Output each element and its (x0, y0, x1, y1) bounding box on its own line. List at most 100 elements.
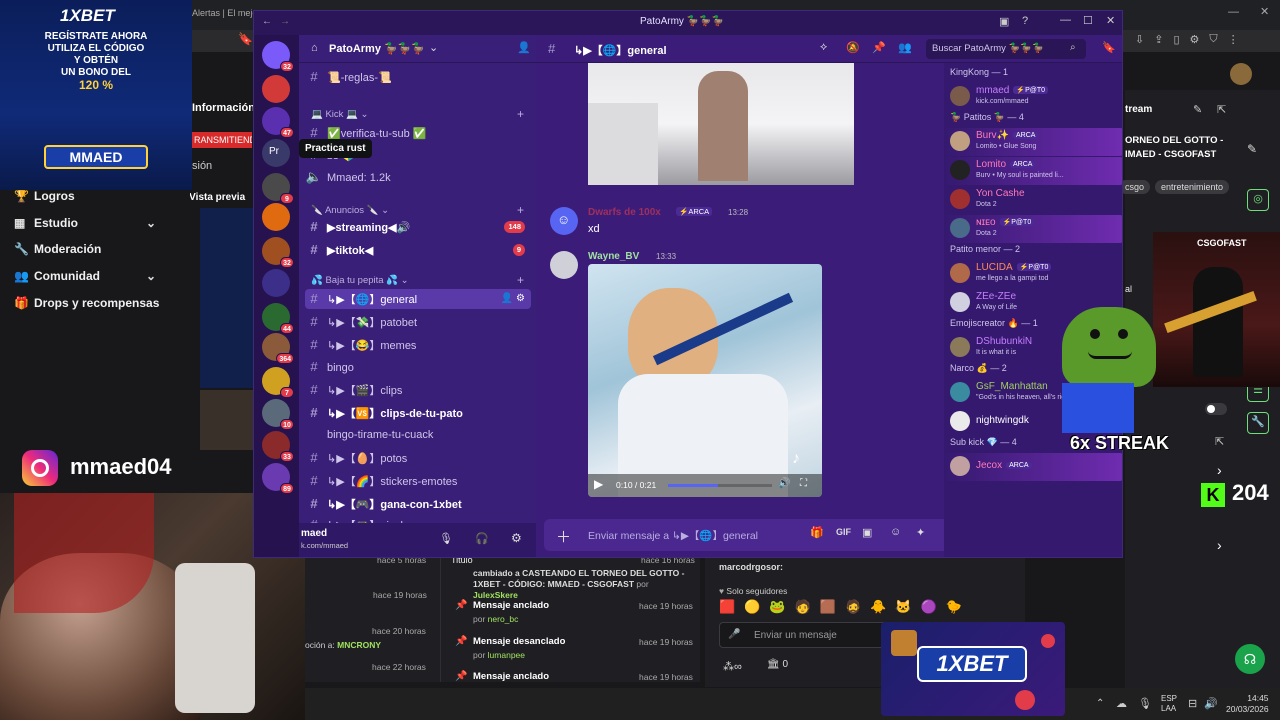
sidebar-icon[interactable]: ▯ (1173, 33, 1179, 49)
server-icon[interactable]: 9 (262, 173, 294, 204)
nav-estudio[interactable]: ▦ Estudio ⌄ (14, 216, 156, 230)
nav-logros[interactable]: 🏆 Logros (14, 189, 75, 203)
threads-icon[interactable]: ⟡ (820, 41, 827, 54)
channel-item[interactable]: bingo-tirame-tu-cuack (305, 425, 531, 445)
browser-tab[interactable]: Alertas | El mejor (192, 8, 260, 18)
server-icon[interactable] (262, 203, 290, 231)
infinity-icon[interactable]: ⁂∞ (723, 660, 742, 673)
discord-avatar[interactable]: ☺ (550, 207, 578, 235)
minimize-icon[interactable]: — (1060, 14, 1071, 26)
fullscreen-icon[interactable]: ⛶ (800, 478, 807, 489)
channel-item[interactable]: # ↳▶【🌐】general 👤 ⚙ (305, 289, 531, 309)
channel-item[interactable]: # ↳▶【💸】patobet (305, 312, 531, 332)
bookmark-icon[interactable]: 🔖 (238, 32, 253, 46)
apps-icon[interactable]: ✦ (916, 526, 925, 539)
chat-bubble-icon[interactable]: ☊ (1235, 644, 1265, 674)
tray-chevron-icon[interactable]: ⌃ (1096, 698, 1104, 709)
chevron-right-icon[interactable]: › (1217, 537, 1222, 553)
member-item[interactable]: LUCIDA ⚡P@T0 me llego a la gampi tod (944, 260, 1122, 288)
server-icon[interactable]: 7 (262, 367, 294, 398)
member-item[interactable]: Burv✨ ARCA Lomito • Glue Song (944, 128, 1122, 156)
cloud-icon[interactable]: ☁ (1116, 697, 1127, 710)
forward-icon[interactable]: → (280, 16, 290, 27)
close-icon[interactable]: ✕ (1106, 14, 1115, 27)
video-embed-2[interactable]: ♪ ▶ 0:10 / 0:21 🔊 ⛶ (588, 264, 822, 497)
language-indicator[interactable]: ESP LAA (1161, 694, 1177, 714)
close-icon[interactable]: ✕ (1260, 5, 1269, 18)
points-counter[interactable]: 🏛 0 (767, 659, 788, 670)
share-icon[interactable]: ⇪ (1154, 33, 1163, 49)
chevron-right-icon[interactable]: › (1217, 462, 1222, 478)
sticker-icon[interactable]: ▣ (862, 526, 872, 539)
member-item[interactable]: mmaed ⚡P@T0 kick.com/mmaed (944, 83, 1122, 111)
channel-item[interactable]: # ▶tiktok◀ 9 (305, 240, 531, 260)
channel-item[interactable]: # ↳▶【🆚】clips-de-tu-pato (305, 403, 531, 423)
play-icon[interactable]: ▶ (594, 477, 603, 491)
server-header[interactable]: ⌂ PatoArmy 🦆🦆🦆 ⌄ 👤 (299, 35, 536, 63)
server-icon[interactable]: 44 (262, 303, 294, 334)
gif-icon[interactable]: GIF (836, 527, 851, 537)
popout-icon[interactable]: ⇱ (1217, 103, 1226, 116)
message-author[interactable]: Wayne_BV (588, 251, 639, 262)
channel-item[interactable]: # ▶streaming◀🔊 148 (305, 217, 531, 237)
server-icon[interactable]: 364 (262, 333, 294, 364)
channel-item[interactable]: # ↳▶【🎮】gana-con-1xbet (305, 494, 531, 514)
mic-icon[interactable]: 🎙 (439, 532, 453, 545)
inbox-icon[interactable]: ▣ (999, 15, 1009, 28)
channel-item[interactable]: # bingo (305, 357, 531, 377)
target-icon[interactable]: ◎ (1247, 189, 1269, 211)
tag-csgo[interactable]: csgo (1119, 180, 1151, 194)
nav-drops[interactable]: 🎁 Drops y recompensas (14, 296, 159, 310)
volume-icon[interactable]: 🔊 (778, 478, 790, 489)
headphones-icon[interactable]: 🎧 (475, 532, 489, 545)
add-member-icon[interactable]: 👤 (517, 41, 531, 54)
profile-avatar[interactable] (1230, 63, 1252, 85)
pin-icon[interactable]: 📌 (872, 41, 886, 54)
settings-icon[interactable]: ⚙ (511, 531, 522, 545)
server-icon[interactable]: 32 (262, 237, 294, 268)
server-icon[interactable] (262, 75, 290, 103)
channel-item[interactable]: # ↳▶【🎬】clips (305, 380, 531, 400)
add-channel-icon[interactable]: + (517, 203, 524, 217)
tag-entretenimiento[interactable]: entretenimiento (1155, 180, 1230, 194)
preview-thumbnail[interactable] (200, 208, 254, 388)
help-icon[interactable]: ? (1022, 15, 1028, 27)
video-embed-1[interactable] (588, 63, 854, 185)
wrench-icon[interactable]: 🔧 (1247, 412, 1269, 434)
back-icon[interactable]: ← (262, 16, 272, 27)
video-progress-track[interactable] (668, 484, 772, 487)
popout-icon[interactable]: ⇱ (1215, 435, 1224, 448)
member-item[interactable]: ɴɪᴇᴏ ⚡P@T0 Dota 2 (944, 215, 1122, 243)
shield-icon[interactable]: ⛉ (1209, 33, 1217, 49)
member-item[interactable]: Lomito ARCA Burv • My soul is painted li..… (944, 157, 1122, 185)
nav-comunidad[interactable]: 👥 Comunidad ⌄ (14, 269, 156, 283)
channel-settings-icon[interactable]: 👤 ⚙ (501, 289, 525, 309)
nav-moderacion[interactable]: 🔧 Moderación (14, 242, 101, 256)
user-avatar[interactable] (550, 251, 578, 279)
server-icon[interactable]: 33 (262, 431, 294, 462)
add-channel-icon[interactable]: + (517, 273, 524, 287)
channel-item[interactable]: # ↳▶【🥚】potos (305, 448, 531, 468)
add-attachment-icon[interactable]: ＋ (556, 526, 571, 547)
toggle-switch[interactable] (1205, 403, 1227, 415)
ad-banner-top[interactable]: 1XBET REGÍSTRATE AHORA UTILIZA EL CÓDIGO… (0, 0, 192, 190)
edit-icon[interactable]: ✎ (1193, 103, 1202, 116)
server-icon[interactable]: 10 (262, 399, 294, 430)
mute-icon[interactable]: 🔕 (846, 41, 860, 54)
emoji-icon[interactable]: ☺ (890, 526, 901, 538)
network-icon[interactable]: ⊟ (1188, 697, 1197, 710)
menu-icon[interactable]: ⋮ (1228, 33, 1239, 49)
server-icon[interactable]: 47 (262, 107, 294, 138)
gift-icon[interactable]: 🎁 (810, 526, 824, 539)
settings-icon[interactable]: ⚙ (1190, 33, 1200, 49)
message-author[interactable]: Dwarfs de 100x (588, 207, 661, 218)
search-input[interactable]: Buscar PatoArmy 🦆🦆🦆 ⌕ (926, 39, 1086, 59)
channel-category[interactable]: 💦 Baja tu pepita 💦 ⌄ (311, 275, 409, 286)
server-icon[interactable] (262, 269, 290, 297)
server-icon[interactable]: 89 (262, 463, 294, 494)
channel-item[interactable]: 🔈 Mmaed: 1.2k (305, 167, 531, 187)
minimize-icon[interactable]: — (1228, 6, 1239, 18)
channel-item[interactable]: # ↳▶【😂】memes (305, 335, 531, 355)
volume-icon[interactable]: 🔊 (1204, 697, 1218, 710)
channel-item[interactable]: # ↳▶【🌈】stickers-emotes (305, 471, 531, 491)
